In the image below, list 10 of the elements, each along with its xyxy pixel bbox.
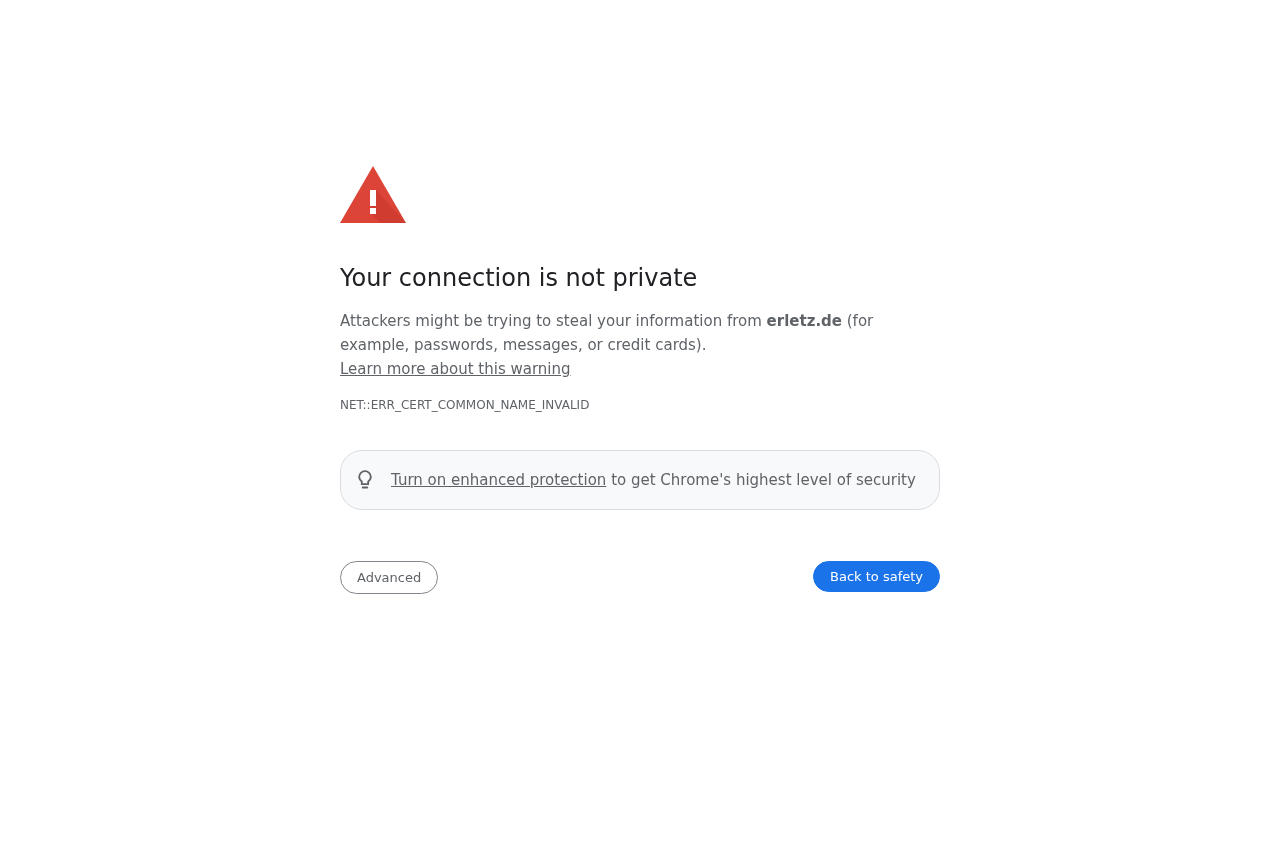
error-code: NET::ERR_CERT_COMMON_NAME_INVALID (340, 397, 590, 413)
page-heading: Your connection is not private (340, 263, 698, 293)
warning-message: Attackers might be trying to steal your information from erletz.de (for example, passwords, messages, or credit cards). Learn more about this warning (340, 311, 875, 380)
promo-text: Turn on enhanced protection to get Chrome's highest level of security (391, 470, 916, 491)
learn-more-link[interactable]: Learn more about this warning (340, 360, 571, 378)
warning-triangle-icon (340, 166, 406, 223)
lightbulb-icon (358, 470, 372, 490)
enhanced-protection-link[interactable]: Turn on enhanced protection (391, 471, 607, 489)
advanced-button[interactable]: Advanced (340, 561, 439, 594)
back-to-safety-button[interactable]: Back to safety (813, 561, 940, 592)
